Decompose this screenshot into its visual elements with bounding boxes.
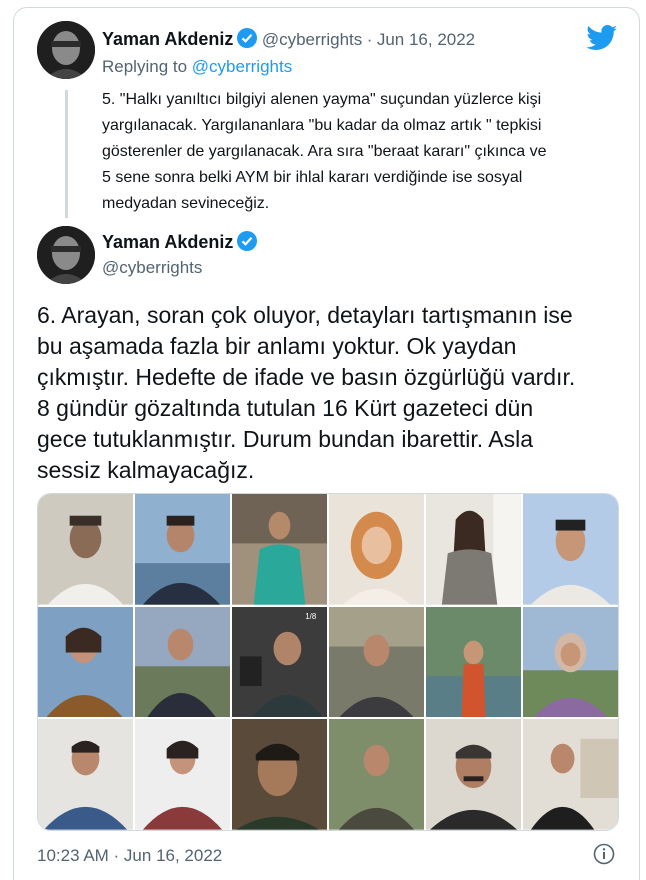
photo-tile[interactable]: [426, 606, 521, 718]
photo-tile[interactable]: [329, 494, 424, 605]
info-icon[interactable]: [593, 843, 615, 870]
tweet-text-line: sessiz kalmayacağız.: [37, 457, 255, 483]
avatar[interactable]: [37, 21, 95, 79]
author-name[interactable]: Yaman Akdeniz: [102, 29, 233, 49]
photo-overlay-label: 1/8: [305, 612, 317, 621]
replying-handle-link[interactable]: @cyberrights: [192, 57, 292, 76]
twitter-bird-icon[interactable]: [586, 25, 618, 56]
tweet-text-line: gece tutuklanmıştır. Durum bundan ibaret…: [37, 426, 534, 452]
tweet-text-line: 5 sene sonra belki AYM bir ihlal kararı …: [102, 169, 523, 186]
author-handle[interactable]: @cyberrights: [262, 30, 362, 49]
separator: ·: [366, 30, 373, 49]
tweet-timestamp[interactable]: 10:23 AM · Jun 16, 2022: [37, 846, 222, 866]
tweet-text-line: yargılanacak. Yargılananlara "bu kadar d…: [102, 117, 542, 134]
photo-tile[interactable]: [523, 494, 618, 605]
tweet-text: 6. Arayan, soran çok oluyor, detayları t…: [37, 300, 627, 486]
author-name[interactable]: Yaman Akdeniz: [102, 232, 233, 252]
author-handle[interactable]: @cyberrights: [102, 258, 202, 278]
tweet-text-line: bu aşamada fazla bir anlamı yoktur. Ok y…: [37, 333, 517, 359]
tweet-text-line: 6. Arayan, soran çok oluyor, detayları t…: [37, 302, 573, 328]
photo-tile[interactable]: [38, 606, 133, 718]
author-block: Yaman Akdeniz: [102, 231, 258, 256]
photo-tile[interactable]: [523, 719, 618, 830]
verified-badge-icon: [237, 231, 258, 256]
tweet-header: Yaman Akdeniz @cyberrights · Jun 16, 202…: [102, 28, 475, 53]
tweet-text: 5. "Halkı yanıltıcı bilgiyi alenen yayma…: [102, 87, 622, 217]
photo-collage[interactable]: 1/8: [37, 493, 619, 831]
photo-tile[interactable]: 1/8: [232, 606, 327, 718]
photo-tile[interactable]: [135, 494, 230, 605]
tweet-text-line: medyadan sevineceğiz.: [102, 195, 270, 212]
tweet-text-line: çıkmıştır. Hedefte de ifade ve basın özg…: [37, 364, 576, 390]
photo-tile[interactable]: [135, 719, 230, 830]
photo-tile[interactable]: [38, 494, 133, 605]
photo-tile[interactable]: [232, 494, 327, 605]
verified-badge-icon: [237, 28, 258, 53]
tweet-date[interactable]: Jun 16, 2022: [377, 30, 475, 49]
photo-tile[interactable]: [38, 719, 133, 830]
thread-connector: [65, 90, 68, 218]
tweet-text-line: 5. "Halkı yanıltıcı bilgiyi alenen yayma…: [102, 91, 542, 108]
photo-tile[interactable]: [426, 494, 521, 605]
photo-tile[interactable]: [135, 606, 230, 718]
replying-prefix: Replying to: [102, 57, 188, 76]
photo-tile[interactable]: [329, 719, 424, 830]
tweet-text-line: 8 gündür gözaltında tutulan 16 Kürt gaze…: [37, 395, 534, 421]
photo-tile[interactable]: [232, 719, 327, 830]
avatar[interactable]: [37, 226, 95, 284]
tweet-text-line: gösterenler de yargılanacak. Ara sıra "b…: [102, 143, 547, 160]
replying-to: Replying to @cyberrights: [102, 57, 292, 77]
photo-tile[interactable]: [523, 606, 618, 718]
photo-tile[interactable]: [329, 606, 424, 718]
photo-tile[interactable]: [426, 719, 521, 830]
